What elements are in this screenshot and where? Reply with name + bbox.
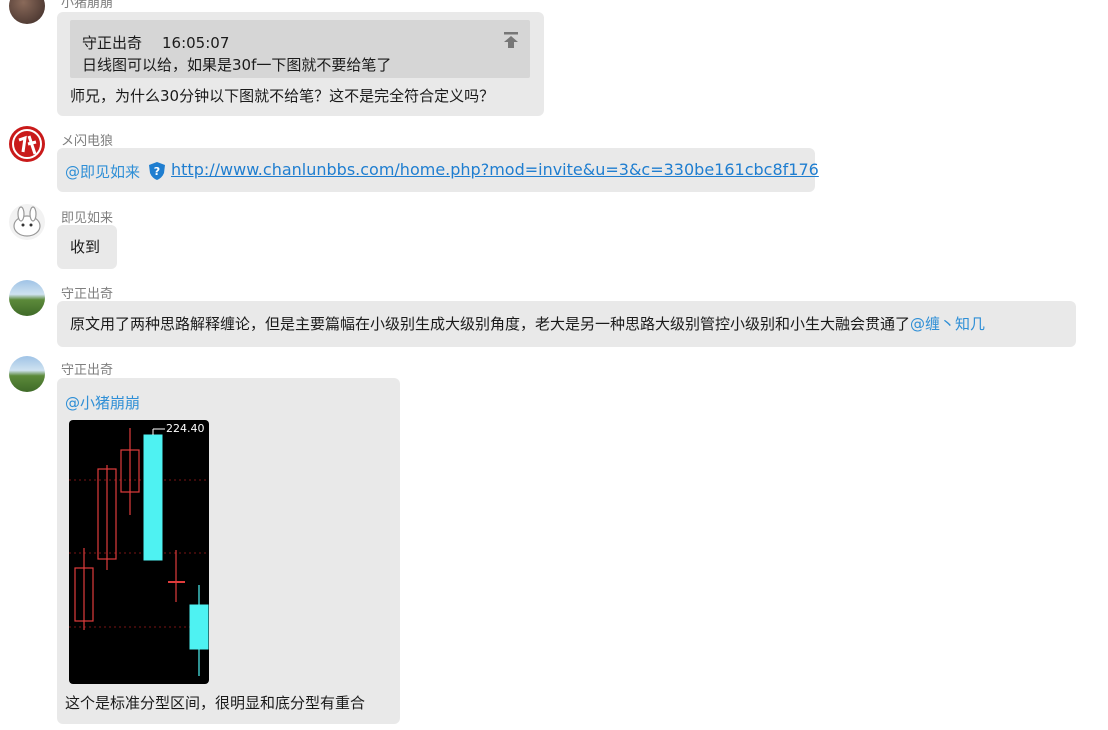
avatar-shandianlang[interactable]: [9, 126, 45, 162]
candle-body: [189, 604, 209, 650]
price-label: 224.40: [166, 422, 205, 435]
avatar-xiaozhu[interactable]: [9, 0, 45, 24]
message-text: 收到: [70, 238, 101, 256]
avatar-shouzheng[interactable]: [9, 356, 45, 392]
shield-verified-icon: ?: [148, 161, 166, 181]
sender-name: 即见如来: [61, 211, 114, 226]
message-text: 这个是标准分型区间，很明显和底分型有重合: [65, 694, 366, 712]
message-bubble[interactable]: 守正出奇 16:05:07 日线图可以给，如果是30f一下图就不要给笔了 师兄，…: [57, 12, 544, 116]
sender-name: 守正出奇: [61, 287, 114, 302]
candle-body: [143, 434, 163, 561]
message-bubble[interactable]: 收到: [57, 225, 117, 269]
sender-name: 小猪崩崩: [61, 0, 114, 11]
avatar-shouzheng[interactable]: [9, 280, 45, 316]
message-bubble[interactable]: @即见如来 ? http://www.chanlunbbs.com/home.p…: [57, 148, 819, 192]
message-bubble[interactable]: 原文用了两种思路解释缠论，但是主要篇幅在小级别生成大级别角度，老大是另一种思路大…: [57, 301, 1076, 347]
mention[interactable]: @即见如来: [65, 161, 140, 183]
avatar-jijian[interactable]: [9, 204, 45, 240]
message-text-body: 原文用了两种思路解释缠论，但是主要篇幅在小级别生成大级别角度，老大是另一种思路大…: [70, 315, 911, 333]
invite-link[interactable]: http://www.chanlunbbs.com/home.php?mod=i…: [171, 159, 819, 181]
quote-author: 守正出奇: [82, 34, 143, 52]
quote-time: 16:05:07: [162, 34, 230, 52]
quote-text: 日线图可以给，如果是30f一下图就不要给笔了: [82, 56, 392, 74]
mention[interactable]: @缠丶知几: [910, 315, 985, 333]
sender-name: メ闪电狼: [61, 134, 114, 149]
sender-name: 守正出奇: [61, 363, 114, 378]
message-text: 原文用了两种思路解释缠论，但是主要篇幅在小级别生成大级别角度，老大是另一种思路大…: [70, 313, 985, 335]
message-text: 师兄，为什么30分钟以下图就不给笔？这不是完全符合定义吗？: [70, 87, 495, 105]
pin-top-icon[interactable]: [503, 31, 519, 49]
message-bubble[interactable]: @小猪崩崩 224.40 这个是标准分型区间，很明显和底分型有重合: [57, 378, 400, 724]
mention[interactable]: @小猪崩崩: [65, 392, 140, 414]
candlestick-image[interactable]: 224.40: [69, 420, 209, 684]
svg-text:?: ?: [154, 165, 160, 178]
candlestick-chart: 224.40: [69, 422, 209, 676]
quote-block[interactable]: 守正出奇 16:05:07 日线图可以给，如果是30f一下图就不要给笔了: [70, 20, 530, 78]
